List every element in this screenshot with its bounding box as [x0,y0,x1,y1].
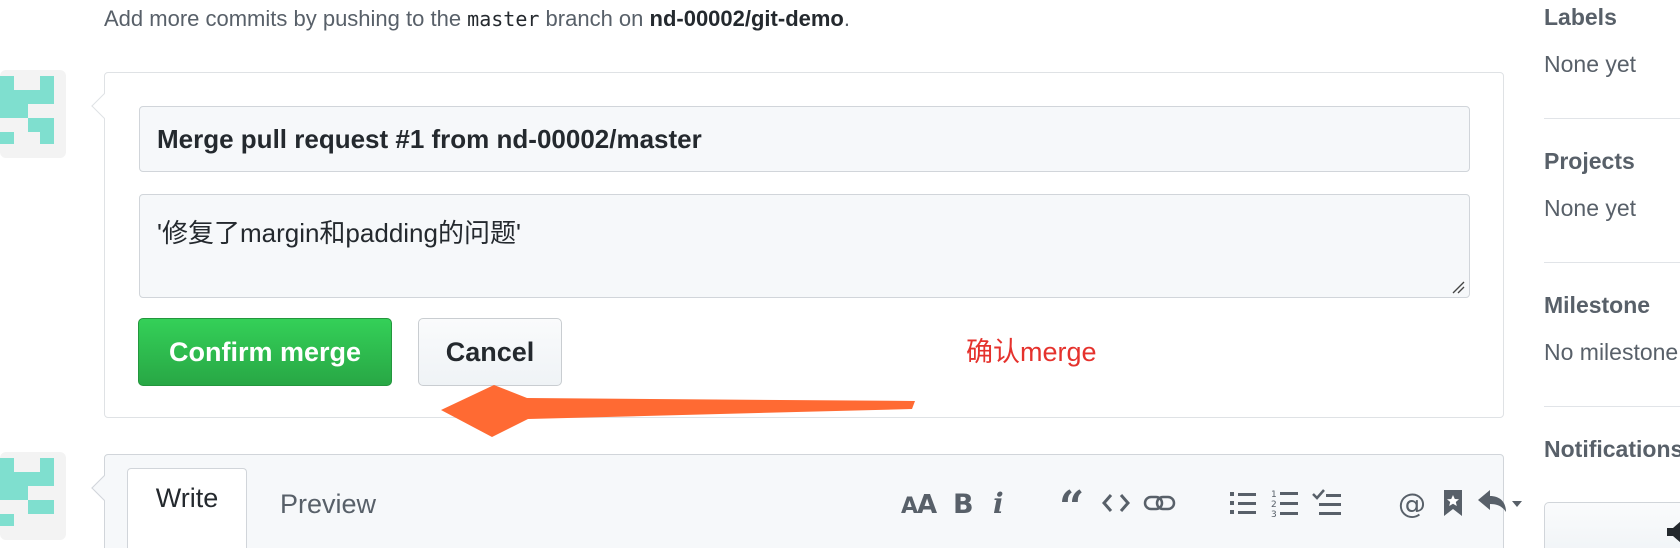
unordered-list-icon[interactable] [1223,483,1263,523]
svg-text:2: 2 [1271,500,1277,510]
branch-name: master [467,7,540,31]
svg-text:B: B [953,489,974,518]
sidebar-notifications: Notifications [1544,436,1680,463]
svg-text:3: 3 [1271,510,1277,518]
quote-icon[interactable]: “ [1053,483,1093,523]
commit-title-input[interactable]: Merge pull request #1 from nd-00002/mast… [139,106,1470,172]
svg-text:@: @ [1398,487,1426,519]
notice-middle: branch on [539,6,650,31]
branch-notice: Add more commits by pushing to the maste… [104,6,850,32]
tab-preview[interactable]: Preview [280,489,376,520]
sidebar-heading-projects: Projects [1544,148,1635,174]
bold-icon[interactable]: B [947,483,979,523]
sidebar-milestone[interactable]: Milestone No milestone [1544,292,1680,366]
merge-form: Merge pull request #1 from nd-00002/mast… [91,72,1504,418]
sidebar-divider [1544,118,1680,119]
reply-icon[interactable] [1475,483,1525,523]
identicon-icon [0,76,54,144]
sidebar: Labels None yet Projects None yet Milest… [1544,0,1680,548]
comment-editor: Write Preview AA B i “ 123 @ [91,454,1522,548]
svg-text:“: “ [1059,488,1084,518]
tab-preview-label: Preview [280,489,377,519]
sidebar-heading-notifications: Notifications [1544,436,1680,462]
tab-write-label: Write [155,483,219,513]
link-icon[interactable] [1140,483,1180,523]
sidebar-projects[interactable]: Projects None yet [1544,148,1680,222]
text-size-icon[interactable]: AA [900,483,940,523]
svg-text:A: A [917,490,937,518]
ordered-list-icon[interactable]: 123 [1265,483,1305,523]
task-list-icon[interactable] [1307,483,1347,523]
saved-reply-icon[interactable] [1435,483,1471,523]
sidebar-divider [1544,406,1680,407]
italic-icon[interactable]: i [985,483,1013,523]
commit-message-text: '修复了margin和padding的问题' [157,218,521,248]
tab-write[interactable]: Write [127,468,247,548]
merge-form-caret [91,93,117,119]
notice-prefix: Add more commits by pushing to the [104,6,468,31]
mention-icon[interactable]: @ [1393,483,1433,523]
speaker-icon [1667,521,1680,543]
sidebar-value-milestone: No milestone [1544,339,1679,365]
code-icon[interactable] [1096,483,1136,523]
svg-text:A: A [901,494,918,518]
comment-editor-caret [91,475,117,501]
svg-text:i: i [993,488,1004,518]
commit-message-textarea[interactable]: '修复了margin和padding的问题' [139,194,1470,298]
repo-link[interactable]: nd-00002/git-demo [650,6,844,31]
confirm-merge-button[interactable]: Confirm merge [138,318,392,386]
sidebar-labels[interactable]: Labels None yet [1544,4,1680,78]
resize-handle-icon[interactable] [1451,280,1465,294]
sidebar-heading-milestone: Milestone [1544,292,1651,318]
avatar[interactable] [0,452,66,540]
sidebar-heading-labels: Labels [1544,4,1617,30]
avatar[interactable] [0,70,66,158]
svg-text:1: 1 [1271,490,1277,500]
sidebar-value-labels: None yet [1544,51,1637,77]
notice-suffix: . [843,6,850,31]
subscribe-button[interactable] [1544,502,1680,548]
sidebar-value-projects: None yet [1544,195,1637,221]
sidebar-divider [1544,262,1680,263]
annotation-label: 确认merge [966,337,1097,367]
markdown-toolbar: AA B i “ 123 @ [795,483,1522,523]
cancel-button[interactable]: Cancel [418,318,562,386]
identicon-icon [0,458,54,526]
